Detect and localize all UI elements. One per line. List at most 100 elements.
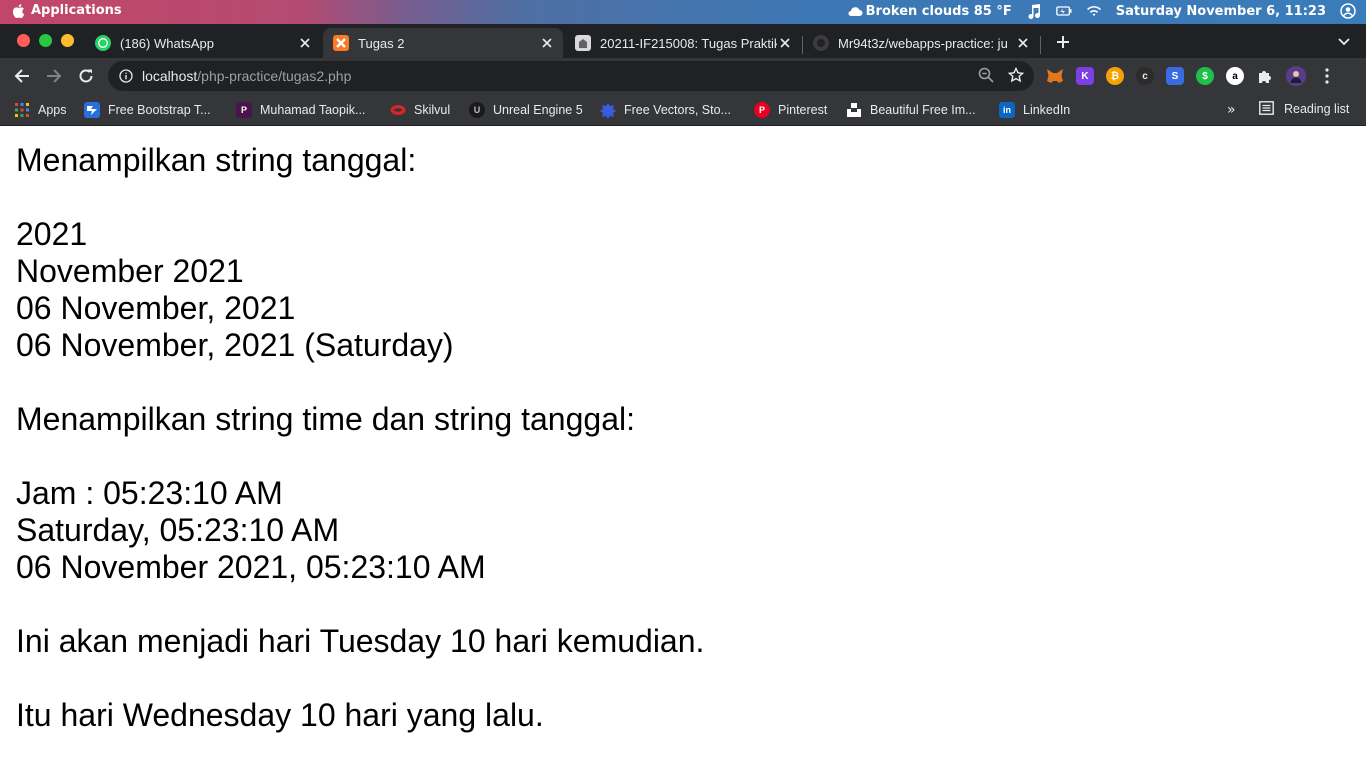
tab-whatsapp[interactable]: (186) WhatsApp (85, 28, 321, 58)
xampp-icon (333, 35, 349, 51)
bookmark-muhamad-taopik[interactable]: P Muhamad Taopik... (236, 101, 365, 119)
clock-text[interactable]: Saturday November 6, 11:23 (1116, 4, 1326, 19)
skilvul-icon (390, 102, 406, 118)
address-bar[interactable]: localhost/php-practice/tugas2.php (108, 61, 1034, 91)
whatsapp-icon (95, 35, 111, 51)
weather-widget[interactable]: Broken clouds 85 °F (847, 4, 1012, 19)
forward-button[interactable] (44, 66, 64, 86)
reload-icon (79, 69, 93, 83)
tab-close-icon[interactable] (1015, 35, 1031, 51)
bookmark-label: Unreal Engine 5 (493, 103, 583, 117)
pinterest-icon: P (754, 102, 770, 118)
arrow-right-icon (47, 69, 62, 83)
bootstrap-icon (84, 102, 100, 118)
url-text[interactable]: localhost/php-practice/tugas2.php (142, 68, 351, 84)
heading-time-and-date-strings: Menampilkan string time dan string tangg… (16, 401, 635, 437)
bookmark-skilvul[interactable]: Skilvul (390, 101, 450, 119)
profile-avatar[interactable] (1286, 66, 1306, 86)
window-maximize-button[interactable] (61, 34, 74, 47)
moodle-icon (575, 35, 591, 51)
linkedin-icon: in (999, 102, 1015, 118)
bookmark-label: Free Vectors, Sto... (624, 103, 731, 117)
reading-list-label: Reading list (1284, 102, 1350, 116)
dollar-extension-icon[interactable]: $ (1196, 67, 1214, 85)
tab-title: Mr94t3z/webapps-practice: ju (838, 35, 1008, 51)
music-icon[interactable] (1026, 3, 1042, 19)
bookmark-free-vectors[interactable]: Free Vectors, Sto... (600, 101, 731, 119)
arrow-left-icon (14, 69, 29, 83)
reading-list-button[interactable]: Reading list (1259, 101, 1349, 117)
tab-close-icon[interactable] (297, 35, 313, 51)
url-path: /php-practice/tugas2.php (197, 68, 352, 84)
tab-title: (186) WhatsApp (120, 35, 214, 51)
bookmarks-overflow-chevron-icon[interactable]: » (1227, 102, 1236, 118)
reload-button[interactable] (76, 66, 96, 86)
output-past-day: Itu hari Wednesday 10 hari yang lalu. (16, 697, 544, 733)
chevron-down-icon (1338, 38, 1350, 46)
output-year: 2021 (16, 216, 88, 252)
browser-tab-strip: (186) WhatsApp Tugas 2 20211-IF215008: T… (0, 24, 1366, 58)
output-month-year: November 2021 (16, 253, 244, 289)
unsplash-icon (846, 102, 862, 118)
battery-icon[interactable] (1055, 3, 1072, 19)
output-day-time: Saturday, 05:23:10 AM (16, 512, 340, 548)
bookmark-linkedin[interactable]: in LinkedIn (999, 101, 1070, 119)
bookmark-label: Pinterest (778, 103, 828, 117)
apps-grid-icon (14, 102, 30, 118)
output-time: Jam : 05:23:10 AM (16, 475, 283, 511)
tab-separator (1040, 36, 1041, 54)
browser-toolbar: localhost/php-practice/tugas2.php K ₿ c … (0, 58, 1366, 94)
back-button[interactable] (12, 66, 32, 86)
heading-date-strings: Menampilkan string tanggal: (16, 142, 417, 178)
system-top-bar: Applications Broken clouds 85 °F Saturda… (0, 0, 1366, 24)
metamask-icon[interactable] (1046, 67, 1064, 85)
zoom-icon[interactable] (978, 67, 994, 83)
weather-text: Broken clouds 85 °F (865, 3, 1012, 19)
bookmark-label: Free Bootstrap T... (108, 103, 211, 117)
user-account-icon[interactable] (1340, 3, 1356, 19)
bookmark-label: Skilvul (414, 103, 451, 117)
tab-close-icon[interactable] (539, 35, 555, 51)
window-close-button[interactable] (17, 34, 30, 47)
window-minimize-button[interactable] (39, 34, 52, 47)
info-icon[interactable] (119, 69, 133, 83)
output-full-date-day: 06 November, 2021 (Saturday) (16, 327, 454, 363)
tab-search-button[interactable] (1334, 32, 1354, 52)
output-date-time: 06 November 2021, 05:23:10 AM (16, 549, 486, 585)
tab-title: 20211-IF215008: Tugas Praktikum (600, 35, 777, 51)
profile-icon: P (236, 102, 252, 118)
wifi-icon[interactable] (1086, 3, 1102, 19)
bookmark-pinterest[interactable]: P Pinterest (754, 101, 827, 119)
output-full-date: 06 November, 2021 (16, 290, 296, 326)
tab-tugas-2[interactable]: Tugas 2 (323, 28, 563, 58)
puzzle-extensions-icon[interactable] (1256, 67, 1274, 85)
s-extension-icon[interactable]: S (1166, 67, 1184, 85)
output-future-day: Ini akan menjadi hari Tuesday 10 hari ke… (16, 623, 705, 659)
bitcoin-icon[interactable]: ₿ (1106, 67, 1124, 85)
unreal-icon: U (469, 102, 485, 118)
url-host: localhost (142, 68, 198, 84)
k-extension-icon[interactable]: K (1076, 67, 1094, 85)
new-tab-button[interactable] (1053, 32, 1073, 52)
applications-menu[interactable]: Applications (12, 3, 122, 18)
bookmark-apps[interactable]: Apps (14, 101, 67, 119)
c-extension-icon[interactable]: c (1136, 67, 1154, 85)
bookmark-label: Muhamad Taopik... (260, 103, 366, 117)
plus-icon (1057, 36, 1069, 48)
bookmarks-bar: Apps Free Bootstrap T... P Muhamad Taopi… (0, 94, 1366, 126)
bookmark-beautiful-free-images[interactable]: Beautiful Free Im... (846, 101, 976, 119)
bookmark-star-icon[interactable] (1008, 67, 1024, 83)
bookmark-free-bootstrap[interactable]: Free Bootstrap T... (84, 101, 211, 119)
bookmark-unreal-engine[interactable]: U Unreal Engine 5 (469, 101, 583, 119)
tab-github-repo[interactable]: Mr94t3z/webapps-practice: ju (803, 28, 1039, 58)
apple-icon (12, 3, 25, 18)
bookmark-label: Beautiful Free Im... (870, 103, 976, 117)
tab-title: Tugas 2 (358, 35, 405, 51)
a-extension-icon[interactable]: a (1226, 67, 1244, 85)
tab-tugas-praktikum[interactable]: 20211-IF215008: Tugas Praktikum (565, 28, 801, 58)
bookmark-label: Apps (38, 103, 67, 117)
more-menu-icon[interactable] (1318, 67, 1336, 85)
tab-close-icon[interactable] (777, 35, 793, 51)
github-icon (813, 35, 829, 51)
cloud-icon (848, 7, 863, 17)
